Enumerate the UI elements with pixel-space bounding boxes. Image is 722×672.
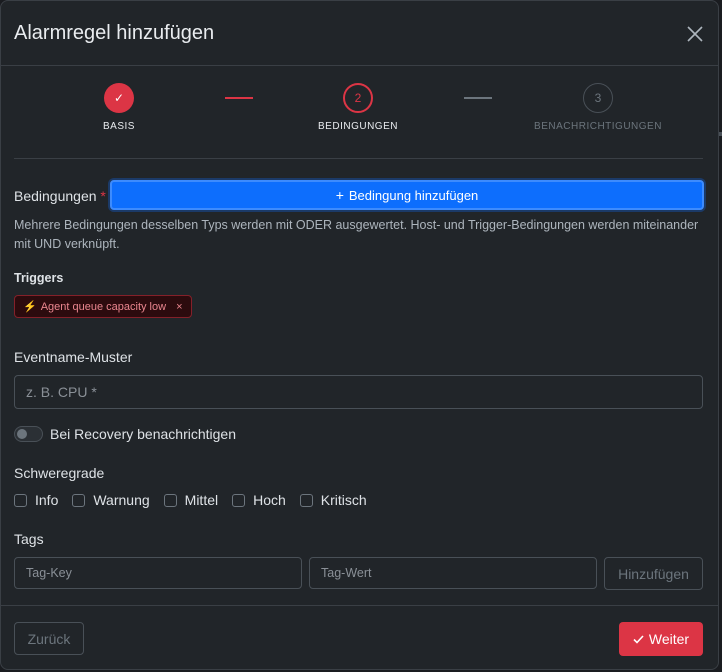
- back-button[interactable]: Zurück: [14, 622, 84, 655]
- severity-options: Info Warnung Mittel Hoch Kritisch: [14, 492, 381, 508]
- conditions-help-text: Mehrere Bedingungen desselben Typs werde…: [14, 218, 699, 251]
- divider: [14, 158, 703, 159]
- stepper: ✓ BASIS 2 BEDINGUNGEN 3 BENACHRICHTIGUNG…: [1, 66, 718, 159]
- severity-option-high[interactable]: Hoch: [232, 492, 286, 508]
- trigger-badge: ⚡ Agent queue capacity low ×: [14, 295, 192, 318]
- severity-label: Schweregrade: [14, 465, 105, 481]
- event-pattern-input[interactable]: [14, 375, 703, 409]
- step-done-check-icon: ✓: [104, 83, 134, 113]
- severity-option-label: Warnung: [93, 492, 150, 508]
- tag-value-input[interactable]: [309, 557, 597, 589]
- check-icon: [633, 631, 644, 647]
- severity-option-label: Hoch: [253, 492, 286, 508]
- modal-footer: Zurück Weiter: [1, 605, 718, 669]
- step-connector: [464, 97, 492, 99]
- add-condition-button[interactable]: + Bedingung hinzufügen: [110, 180, 704, 210]
- severity-option-critical[interactable]: Kritisch: [299, 492, 367, 508]
- step-number: 3: [583, 83, 613, 113]
- severity-option-label: Mittel: [184, 492, 219, 508]
- modal-header: Alarmregel hinzufügen: [1, 1, 718, 66]
- add-tag-button[interactable]: Hinzufügen: [604, 557, 703, 590]
- checkbox[interactable]: [232, 493, 246, 507]
- recovery-toggle-row: Bei Recovery benachrichtigen: [14, 426, 236, 442]
- checkbox[interactable]: [72, 493, 86, 507]
- step-notifications: 3 BENACHRICHTIGUNGEN: [518, 83, 678, 132]
- tag-key-input[interactable]: [14, 557, 302, 589]
- severity-option-warning[interactable]: Warnung: [72, 492, 150, 508]
- tags-label: Tags: [14, 531, 44, 547]
- required-marker: *: [100, 188, 106, 204]
- recovery-toggle[interactable]: [14, 426, 43, 442]
- next-button[interactable]: Weiter: [619, 622, 703, 656]
- step-label: BEDINGUNGEN: [318, 121, 398, 132]
- checkbox[interactable]: [14, 493, 27, 507]
- checkbox[interactable]: [299, 493, 313, 507]
- toggle-knob: [17, 429, 27, 439]
- add-alert-rule-modal: Alarmregel hinzufügen ✓ BASIS 2 BEDINGUN…: [0, 0, 719, 670]
- trigger-badge-label: Agent queue capacity low: [40, 300, 167, 313]
- step-label: BASIS: [103, 121, 135, 132]
- remove-trigger-icon[interactable]: ×: [176, 301, 182, 313]
- severity-option-info[interactable]: Info: [14, 492, 58, 508]
- step-conditions[interactable]: 2 BEDINGUNGEN: [278, 83, 438, 132]
- severity-option-label: Info: [35, 492, 59, 508]
- next-button-label: Weiter: [648, 631, 690, 647]
- plus-icon: +: [335, 187, 344, 203]
- modal-title: Alarmregel hinzufügen: [14, 22, 215, 44]
- conditions-label-text: Bedingungen: [14, 188, 97, 204]
- severity-option-label: Kritisch: [320, 492, 367, 508]
- recovery-toggle-label: Bei Recovery benachrichtigen: [50, 426, 236, 442]
- step-number: 2: [343, 83, 373, 113]
- close-icon[interactable]: [686, 25, 704, 43]
- severity-option-medium[interactable]: Mittel: [163, 492, 219, 508]
- triggers-heading: Triggers: [14, 271, 64, 285]
- step-label: BENACHRICHTIGUNGEN: [534, 121, 662, 132]
- step-connector: [225, 97, 253, 99]
- add-condition-label: Bedingung hinzufügen: [348, 187, 479, 203]
- step-basis[interactable]: ✓ BASIS: [39, 83, 199, 132]
- event-pattern-label: Eventname-Muster: [14, 349, 133, 365]
- conditions-label: Bedingungen *: [14, 188, 106, 204]
- lightning-icon: ⚡: [23, 301, 37, 313]
- checkbox[interactable]: [163, 493, 177, 507]
